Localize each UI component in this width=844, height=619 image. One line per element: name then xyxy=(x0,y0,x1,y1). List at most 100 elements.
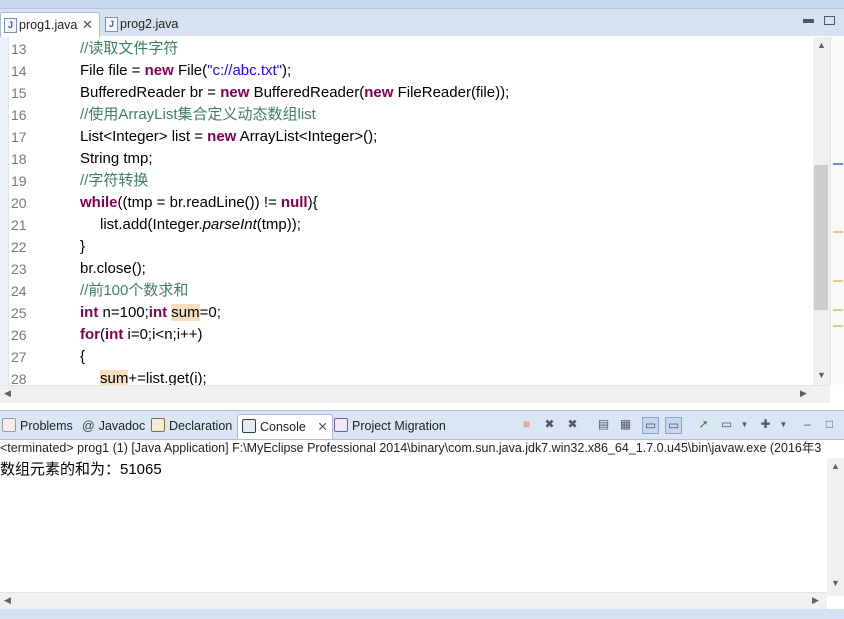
remove-launch-icon[interactable]: ✖ xyxy=(542,417,557,432)
code-line[interactable]: sum+=list.get(i); xyxy=(30,368,207,385)
keyword-token: for xyxy=(80,326,100,343)
code-line[interactable]: //前100个数求和 xyxy=(30,280,188,302)
overview-marker[interactable] xyxy=(833,163,843,165)
code-line[interactable]: br.close(); xyxy=(30,258,146,280)
maximize-editor-button[interactable] xyxy=(824,16,835,25)
code-line[interactable]: //字符转换 xyxy=(30,170,148,192)
tab-declaration[interactable]: Declaration xyxy=(151,414,232,438)
console-vertical-scrollbar[interactable]: ▲ ▼ xyxy=(827,458,844,596)
keyword-token: new xyxy=(144,62,174,79)
line-number: 27 xyxy=(11,349,27,365)
code-line[interactable]: BufferedReader br = new BufferedReader(n… xyxy=(30,82,509,104)
overview-marker[interactable] xyxy=(833,280,843,282)
editor-horizontal-scrollbar[interactable]: ◀ ▶ xyxy=(0,385,830,403)
terminate-icon[interactable]: ■ xyxy=(519,417,534,432)
overview-marker[interactable] xyxy=(833,309,843,311)
console-process-label: <terminated> prog1 (1) [Java Application… xyxy=(0,441,822,455)
declaration-icon xyxy=(151,418,165,432)
string-token: "c://abc.txt" xyxy=(207,62,282,79)
scroll-left-arrow-icon[interactable]: ◀ xyxy=(4,388,11,399)
window-top-border xyxy=(0,0,844,9)
line-number: 18 xyxy=(11,151,27,167)
tab-javadoc[interactable]: @ Javadoc xyxy=(82,414,145,438)
highlighted-token: sum xyxy=(100,370,129,385)
code-editor[interactable]: //读取文件字符 File file = new File("c://abc.tx… xyxy=(30,37,812,385)
overview-marker[interactable] xyxy=(833,325,843,327)
code-line[interactable]: } xyxy=(30,236,85,258)
minimize-editor-button[interactable] xyxy=(803,19,814,23)
tab-label: Declaration xyxy=(169,419,233,433)
scrollbar-thumb[interactable] xyxy=(814,165,828,310)
code-line[interactable]: File file = new File("c://abc.txt"); xyxy=(30,60,291,82)
show-on-stderr-icon[interactable]: ▭ xyxy=(665,417,682,434)
scroll-lock-icon[interactable]: ▦ xyxy=(618,417,633,432)
tab-prog1-java[interactable]: J prog1.java ✕ xyxy=(0,12,100,37)
tab-label: Problems xyxy=(20,419,73,433)
code-token: list.add(Integer. xyxy=(100,216,203,233)
code-line[interactable]: String tmp; xyxy=(30,148,153,170)
close-tab-icon[interactable]: ✕ xyxy=(82,13,93,37)
panel-tab-bar: Problems @ Javadoc Declaration Console ✕ … xyxy=(0,410,844,440)
code-line[interactable]: list.add(Integer.parseInt(tmp)); xyxy=(30,214,301,236)
chevron-down-icon[interactable]: ▼ xyxy=(776,417,791,432)
code-line[interactable]: //使用ArrayList集合定义动态数组list xyxy=(30,104,316,126)
overview-ruler xyxy=(830,37,844,385)
scroll-up-arrow-icon[interactable]: ▲ xyxy=(813,40,830,50)
scroll-down-arrow-icon[interactable]: ▼ xyxy=(827,578,844,588)
close-tab-icon[interactable]: ✕ xyxy=(317,420,327,434)
code-token: ); xyxy=(281,62,292,79)
highlighted-token: sum xyxy=(171,304,200,321)
code-token: } xyxy=(80,238,86,255)
keyword-token: int xyxy=(105,326,124,343)
code-line[interactable]: int n=100;int sum=0; xyxy=(30,302,221,324)
tab-label: prog2.java xyxy=(120,17,179,31)
remove-all-terminated-icon[interactable]: ✖ xyxy=(565,417,580,432)
line-number: 26 xyxy=(11,327,27,343)
code-line[interactable]: List<Integer> list = new ArrayList<Integ… xyxy=(30,126,377,148)
line-number: 13 xyxy=(11,41,27,57)
scroll-right-arrow-icon[interactable]: ▶ xyxy=(812,595,819,606)
code-line[interactable]: //读取文件字符 xyxy=(30,38,178,60)
problems-icon xyxy=(2,418,16,432)
tab-prog2-java[interactable]: J prog2.java xyxy=(102,12,192,36)
java-file-icon: J xyxy=(4,18,17,33)
code-token: (tmp)); xyxy=(256,216,301,233)
code-token: br.close(); xyxy=(80,260,146,277)
code-line[interactable]: while((tmp = br.readLine()) != null){ xyxy=(30,192,318,214)
line-number: 14 xyxy=(11,63,27,79)
editor-vertical-scrollbar[interactable]: ▲ ▼ xyxy=(813,37,830,385)
chevron-down-icon[interactable]: ▼ xyxy=(737,417,752,432)
open-console-icon[interactable]: ✚ xyxy=(758,417,773,432)
code-line[interactable]: { xyxy=(30,346,85,368)
code-token: List<Integer> list = xyxy=(80,128,208,145)
scroll-left-arrow-icon[interactable]: ◀ xyxy=(4,595,11,606)
keyword-token: int xyxy=(80,304,99,321)
keyword-token: new xyxy=(220,84,250,101)
scroll-right-arrow-icon[interactable]: ▶ xyxy=(800,388,807,399)
at-icon: @ xyxy=(82,419,95,433)
console-output[interactable]: 数组元素的和为：51065 xyxy=(0,460,830,480)
maximize-panel-button[interactable]: □ xyxy=(822,417,837,432)
minimize-panel-button[interactable]: – xyxy=(800,417,815,432)
comment-token: //字符转换 xyxy=(80,172,149,189)
tab-label: Console xyxy=(260,420,306,434)
code-token: ((tmp = br.readLine()) != xyxy=(117,194,281,211)
comment-token: //前100个数求和 xyxy=(80,282,189,299)
code-line[interactable]: for(int i=0;i<n;i++) xyxy=(30,324,203,346)
keyword-token: new xyxy=(207,128,237,145)
display-selected-console-icon[interactable]: ▭ xyxy=(719,417,734,432)
line-number: 25 xyxy=(11,305,27,321)
line-number: 21 xyxy=(11,217,27,233)
overview-marker[interactable] xyxy=(833,231,843,233)
line-number: 22 xyxy=(11,239,27,255)
scroll-up-arrow-icon[interactable]: ▲ xyxy=(827,461,844,471)
show-on-stdout-icon[interactable]: ▭ xyxy=(642,417,659,434)
tab-console[interactable]: Console ✕ xyxy=(237,414,333,439)
clear-console-icon[interactable]: ▤ xyxy=(596,417,611,432)
console-horizontal-scrollbar[interactable]: ◀ ▶ xyxy=(0,592,827,610)
pin-console-icon[interactable]: ➚ xyxy=(696,417,711,432)
tab-problems[interactable]: Problems xyxy=(2,414,73,438)
tab-project-migration[interactable]: Project Migration xyxy=(334,414,446,438)
scroll-down-arrow-icon[interactable]: ▼ xyxy=(813,370,830,380)
code-token: ){ xyxy=(307,194,318,211)
